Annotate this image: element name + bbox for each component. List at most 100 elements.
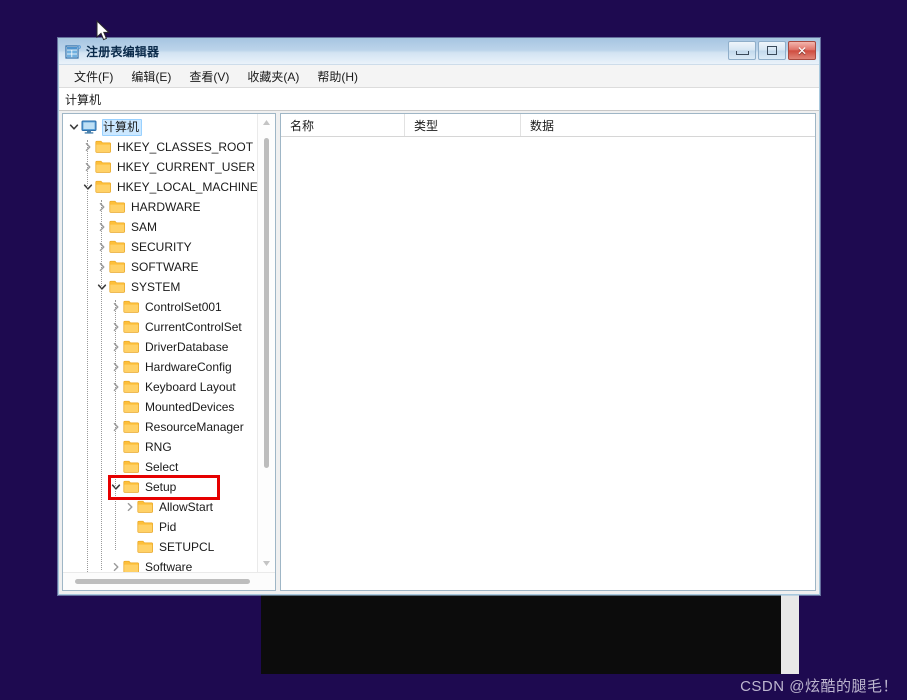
tree-item-currentcontrolset[interactable]: CurrentControlSet bbox=[63, 317, 275, 337]
folder-icon bbox=[123, 440, 140, 454]
tree-item-setup[interactable]: Setup bbox=[63, 477, 275, 497]
tree-item-label: Software bbox=[145, 559, 193, 573]
tree-item-label: HKEY_CLASSES_ROOT bbox=[117, 139, 254, 154]
tree-item-label: SECURITY bbox=[131, 239, 192, 254]
tree-scroll-thumb[interactable] bbox=[264, 138, 269, 468]
tree-item-label: Keyboard Layout bbox=[145, 379, 236, 394]
tree-item-security[interactable]: SECURITY bbox=[63, 237, 275, 257]
tree-item--[interactable]: 计算机 bbox=[63, 117, 275, 137]
console-side-strip bbox=[781, 594, 799, 674]
column-data[interactable]: 数据 bbox=[521, 114, 815, 136]
tree-hscroll-thumb[interactable] bbox=[75, 579, 250, 584]
title-bar[interactable]: 注册表编辑器 ✕ bbox=[59, 39, 819, 65]
tree-item-label: Setup bbox=[145, 479, 177, 494]
registry-editor-window[interactable]: 注册表编辑器 ✕ 文件(F) 编辑(E) 查看(V) 收藏夹(A) 帮助(H) … bbox=[58, 38, 820, 595]
tree-item-sam[interactable]: SAM bbox=[63, 217, 275, 237]
menu-edit[interactable]: 编辑(E) bbox=[122, 66, 180, 87]
values-column-header: 名称 类型 数据 bbox=[281, 114, 815, 137]
tree-item-hardwareconfig[interactable]: HardwareConfig bbox=[63, 357, 275, 377]
tree-item-setupcl[interactable]: SETUPCL bbox=[63, 537, 275, 557]
tree-item-keyboard-layout[interactable]: Keyboard Layout bbox=[63, 377, 275, 397]
folder-icon bbox=[95, 140, 112, 154]
folder-icon bbox=[137, 520, 154, 534]
scroll-down-arrow[interactable] bbox=[258, 555, 275, 572]
folder-icon bbox=[123, 560, 140, 572]
computer-icon bbox=[81, 120, 98, 134]
folder-icon bbox=[109, 200, 126, 214]
folder-icon bbox=[109, 260, 126, 274]
menu-file[interactable]: 文件(F) bbox=[65, 66, 122, 87]
menu-favorites[interactable]: 收藏夹(A) bbox=[238, 66, 308, 87]
chevron-right-icon[interactable] bbox=[123, 497, 137, 517]
console-window[interactable] bbox=[261, 592, 799, 674]
values-pane[interactable]: 名称 类型 数据 bbox=[280, 113, 816, 591]
tree-item-hkey-classes-root[interactable]: HKEY_CLASSES_ROOT bbox=[63, 137, 275, 157]
chevron-down-icon[interactable] bbox=[67, 117, 81, 137]
registry-tree[interactable]: 计算机 HKEY_CLASSES_ROOT HKEY_CURRENT_USER HKE… bbox=[63, 117, 275, 572]
address-path-text: 计算机 bbox=[65, 92, 102, 107]
folder-icon bbox=[123, 300, 140, 314]
menu-help[interactable]: 帮助(H) bbox=[308, 66, 367, 87]
tree-item-controlset001[interactable]: ControlSet001 bbox=[63, 297, 275, 317]
folder-icon bbox=[123, 380, 140, 394]
menu-view[interactable]: 查看(V) bbox=[180, 66, 238, 87]
tree-item-label: HKEY_CURRENT_USER bbox=[117, 159, 256, 174]
tree-item-label: ControlSet001 bbox=[145, 299, 222, 314]
tree-scroll-area[interactable]: 计算机 HKEY_CLASSES_ROOT HKEY_CURRENT_USER HKE… bbox=[63, 114, 275, 572]
tree-guide-line bbox=[87, 140, 89, 572]
window-controls[interactable]: ✕ bbox=[728, 41, 816, 60]
address-bar[interactable]: 计算机 bbox=[59, 87, 819, 111]
minimize-button[interactable] bbox=[728, 41, 756, 60]
tree-item-label: CurrentControlSet bbox=[145, 319, 242, 334]
menu-bar[interactable]: 文件(F) 编辑(E) 查看(V) 收藏夹(A) 帮助(H) bbox=[59, 65, 819, 87]
column-name[interactable]: 名称 bbox=[281, 114, 405, 136]
chevron-right-icon[interactable] bbox=[109, 557, 123, 572]
tree-item-label: Select bbox=[145, 459, 179, 474]
close-button[interactable]: ✕ bbox=[788, 41, 816, 60]
tree-item-label: DriverDatabase bbox=[145, 339, 229, 354]
tree-item-system[interactable]: SYSTEM bbox=[63, 277, 275, 297]
window-title: 注册表编辑器 bbox=[86, 45, 160, 59]
restore-button[interactable] bbox=[758, 41, 786, 60]
tree-item-label: SOFTWARE bbox=[131, 259, 199, 274]
tree-item-label: AllowStart bbox=[159, 499, 214, 514]
console-output-area bbox=[261, 594, 781, 674]
folder-icon bbox=[123, 340, 140, 354]
tree-item-label: HardwareConfig bbox=[145, 359, 232, 374]
tree-item-label: 计算机 bbox=[102, 118, 143, 136]
folder-icon bbox=[109, 280, 126, 294]
folder-icon bbox=[95, 160, 112, 174]
tree-item-allowstart[interactable]: AllowStart bbox=[63, 497, 275, 517]
minimize-icon bbox=[735, 51, 749, 55]
scroll-up-arrow[interactable] bbox=[258, 114, 275, 131]
folder-icon bbox=[123, 460, 140, 474]
tree-item-resourcemanager[interactable]: ResourceManager bbox=[63, 417, 275, 437]
tree-item-hkey-local-machine[interactable]: HKEY_LOCAL_MACHINE bbox=[63, 177, 275, 197]
restore-icon bbox=[767, 46, 777, 55]
tree-vertical-scrollbar[interactable] bbox=[257, 114, 275, 572]
tree-item-rng[interactable]: RNG bbox=[63, 437, 275, 457]
tree-item-software[interactable]: Software bbox=[63, 557, 275, 572]
tree-item-label: Pid bbox=[159, 519, 177, 534]
close-icon: ✕ bbox=[796, 43, 808, 58]
tree-horizontal-scrollbar[interactable] bbox=[63, 572, 275, 590]
tree-item-hardware[interactable]: HARDWARE bbox=[63, 197, 275, 217]
folder-icon bbox=[123, 420, 140, 434]
csdn-watermark: CSDN @炫酷的腿毛！ bbox=[740, 678, 898, 695]
tree-item-pid[interactable]: Pid bbox=[63, 517, 275, 537]
column-type[interactable]: 类型 bbox=[405, 114, 521, 136]
desktop-background: 注册表编辑器 ✕ 文件(F) 编辑(E) 查看(V) 收藏夹(A) 帮助(H) … bbox=[0, 0, 907, 700]
tree-item-software[interactable]: SOFTWARE bbox=[63, 257, 275, 277]
tree-item-mounteddevices[interactable]: MountedDevices bbox=[63, 397, 275, 417]
registry-tree-pane[interactable]: 计算机 HKEY_CLASSES_ROOT HKEY_CURRENT_USER HKE… bbox=[62, 113, 276, 591]
folder-icon bbox=[123, 480, 140, 494]
values-list-body[interactable] bbox=[281, 137, 815, 590]
content-panes: 计算机 HKEY_CLASSES_ROOT HKEY_CURRENT_USER HKE… bbox=[59, 111, 819, 594]
folder-icon bbox=[109, 240, 126, 254]
tree-item-hkey-current-user[interactable]: HKEY_CURRENT_USER bbox=[63, 157, 275, 177]
folder-icon bbox=[123, 320, 140, 334]
tree-item-label: SAM bbox=[131, 219, 158, 234]
tree-item-driverdatabase[interactable]: DriverDatabase bbox=[63, 337, 275, 357]
tree-item-select[interactable]: Select bbox=[63, 457, 275, 477]
